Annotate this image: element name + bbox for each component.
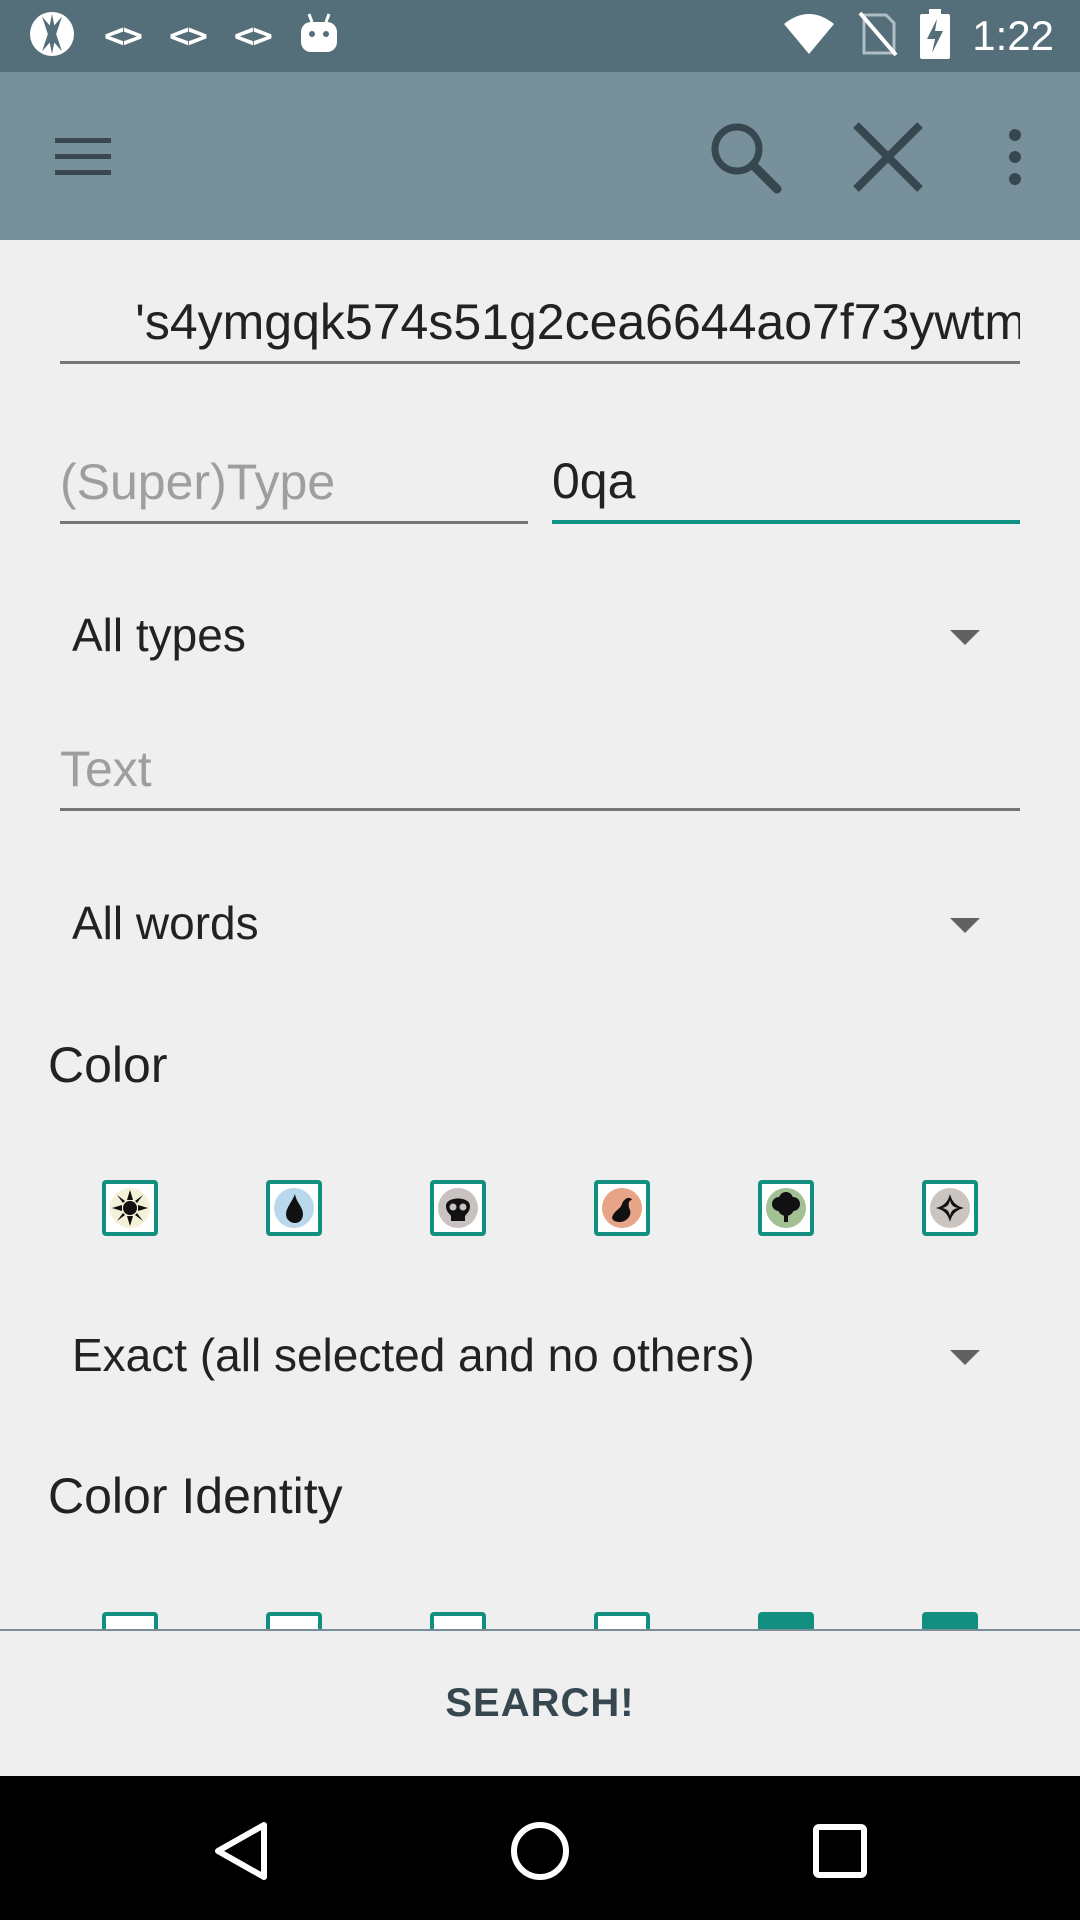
wifi-icon	[782, 12, 836, 61]
hamburger-menu-icon[interactable]	[38, 112, 128, 202]
recents-icon[interactable]	[795, 1806, 885, 1896]
app-icon	[28, 10, 76, 63]
white-sun-icon[interactable]	[102, 1180, 158, 1236]
search-button[interactable]: SEARCH!	[0, 1631, 1080, 1776]
color-checkboxes	[0, 1180, 1080, 1240]
chevron-down-icon	[950, 918, 980, 933]
search-bar: SEARCH!	[0, 1629, 1080, 1776]
search-icon[interactable]	[700, 112, 790, 202]
red-fire-icon[interactable]	[594, 1180, 650, 1236]
green-tree-icon[interactable]	[758, 1180, 814, 1236]
color-identity-section-title: Color Identity	[48, 1468, 343, 1524]
navigation-bar	[0, 1776, 1080, 1920]
name-field[interactable]: 's4ymgqk574s51g2cea6644ao7f73ywtm	[60, 290, 1020, 364]
status-right-icons: 1:22	[782, 8, 1054, 62]
type-spinner[interactable]: All types	[60, 594, 980, 674]
more-vert-icon[interactable]	[970, 112, 1060, 202]
color-section-title: Color	[48, 1037, 168, 1093]
subtype-field[interactable]: 0qa	[552, 450, 1020, 524]
supertype-field[interactable]: (Super)Type	[60, 450, 528, 524]
clock: 1:22	[972, 12, 1054, 59]
text-field[interactable]: Text	[60, 737, 1020, 811]
black-skull-icon[interactable]	[430, 1180, 486, 1236]
blue-drop-icon[interactable]	[266, 1180, 322, 1236]
color-logic-spinner[interactable]: Exact (all selected and no others)	[60, 1314, 980, 1394]
code-icon: <>	[233, 16, 273, 56]
supertype-placeholder: (Super)Type	[60, 454, 336, 510]
home-icon[interactable]	[495, 1806, 585, 1896]
type-spinner-label: All types	[72, 609, 246, 661]
text-field-placeholder: Text	[60, 741, 152, 797]
android-icon	[299, 12, 339, 61]
status-left-icons: <> <> <>	[28, 10, 339, 63]
name-field-value: 's4ymgqk574s51g2cea6644ao7f73ywtm	[135, 294, 1020, 350]
status-bar: <> <> <> 1:22	[0, 0, 1080, 72]
colorless-diamond-icon[interactable]	[922, 1180, 978, 1236]
chevron-down-icon	[950, 1350, 980, 1365]
words-spinner[interactable]: All words	[60, 882, 980, 962]
code-icon: <>	[168, 16, 208, 56]
chevron-down-icon	[950, 630, 980, 645]
subtype-field-value: 0qa	[552, 453, 636, 509]
no-sim-icon	[858, 11, 898, 62]
app-toolbar	[0, 72, 1080, 240]
color-logic-spinner-label: Exact (all selected and no others)	[72, 1329, 755, 1381]
words-spinner-label: All words	[72, 897, 259, 949]
close-icon[interactable]	[843, 112, 933, 202]
code-icon: <>	[104, 16, 143, 56]
back-icon[interactable]	[195, 1806, 285, 1896]
battery-charging-icon	[920, 8, 951, 64]
